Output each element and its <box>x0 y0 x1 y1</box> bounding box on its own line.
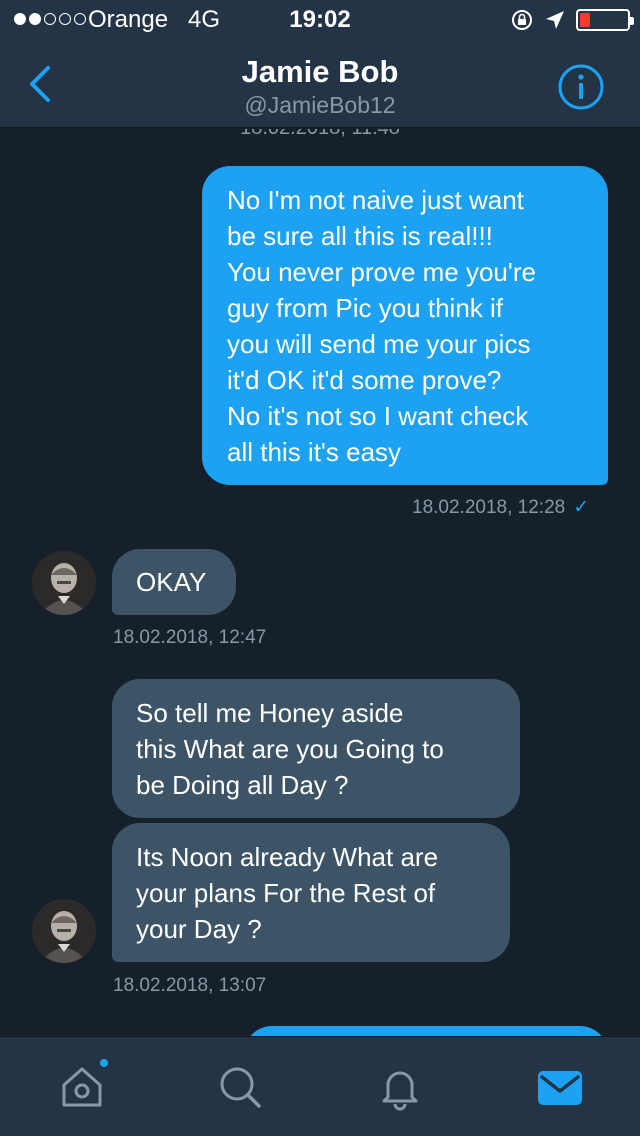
mail-icon <box>538 1071 582 1105</box>
battery-icon <box>576 9 634 31</box>
message-text-line: No I'm not naive just want <box>227 185 524 215</box>
message-text-line: No it's not so I want check <box>227 401 529 431</box>
tab-home[interactable] <box>56 1057 110 1113</box>
message-text-line: be Doing all Day ? <box>136 770 349 800</box>
message-text-line: You never prove me you're <box>227 257 536 287</box>
tab-bar <box>0 1036 640 1136</box>
message-text-line: OKAY <box>136 567 207 597</box>
status-icons <box>510 8 634 32</box>
message-text-line: all this it's easy <box>227 437 402 467</box>
contact-handle: @JamieBob12 <box>244 92 396 118</box>
incoming-message-bubble[interactable]: Its Noon already What are your plans For… <box>112 823 510 962</box>
person-photo <box>32 551 96 615</box>
conversation-thread[interactable]: 18.02.2018, 11:48 No I'm not naive just … <box>0 129 640 1036</box>
outgoing-message-bubble[interactable] <box>244 1026 608 1036</box>
avatar[interactable] <box>32 899 96 963</box>
incoming-message-bubble[interactable]: OKAY <box>112 549 236 615</box>
tab-search[interactable] <box>214 1061 266 1113</box>
tab-notifications[interactable] <box>374 1061 426 1113</box>
conversation-header: Jamie Bob @JamieBob12 <box>0 40 640 128</box>
message-text-line: be sure all this is real!!! <box>227 221 493 251</box>
message-timestamp: 18.02.2018, 11:48 <box>0 129 640 140</box>
avatar[interactable] <box>32 551 96 615</box>
message-timestamp: 18.02.2018, 12:28 ✓ <box>412 496 589 519</box>
info-icon <box>558 64 604 110</box>
search-icon <box>220 1067 261 1108</box>
message-timestamp: 18.02.2018, 13:07 <box>113 975 267 996</box>
home-icon <box>62 1067 102 1107</box>
outgoing-message-bubble[interactable]: No I'm not naive just want be sure all t… <box>202 166 608 485</box>
person-photo <box>32 899 96 963</box>
rotation-lock-icon <box>512 10 532 30</box>
timestamp-text: 18.02.2018, 12:28 <box>412 497 566 518</box>
message-text-line: it'd OK it'd some prove? <box>227 365 502 395</box>
incoming-message-bubble[interactable]: So tell me Honey aside this What are you… <box>112 679 520 818</box>
message-timestamp: 18.02.2018, 12:47 <box>113 627 267 648</box>
read-check-icon: ✓ <box>573 497 590 518</box>
message-text-line: your plans For the Rest of <box>136 878 436 908</box>
message-text-line: this What are you Going to <box>136 734 444 764</box>
location-arrow-icon <box>546 11 564 29</box>
message-text-line: So tell me Honey aside <box>136 698 404 728</box>
message-text-line: Its Noon already What are <box>136 842 439 872</box>
message-text-line: guy from Pic you think if <box>227 293 503 323</box>
bell-icon <box>382 1071 418 1111</box>
status-bar: Orange 4G 19:02 <box>0 0 640 40</box>
tab-messages[interactable] <box>534 1061 586 1113</box>
notification-badge <box>98 1057 110 1069</box>
message-text-line: you will send me your pics <box>227 329 531 359</box>
info-button[interactable] <box>556 62 606 112</box>
message-text-line: your Day ? <box>136 914 262 944</box>
contact-name: Jamie Bob <box>241 54 399 89</box>
